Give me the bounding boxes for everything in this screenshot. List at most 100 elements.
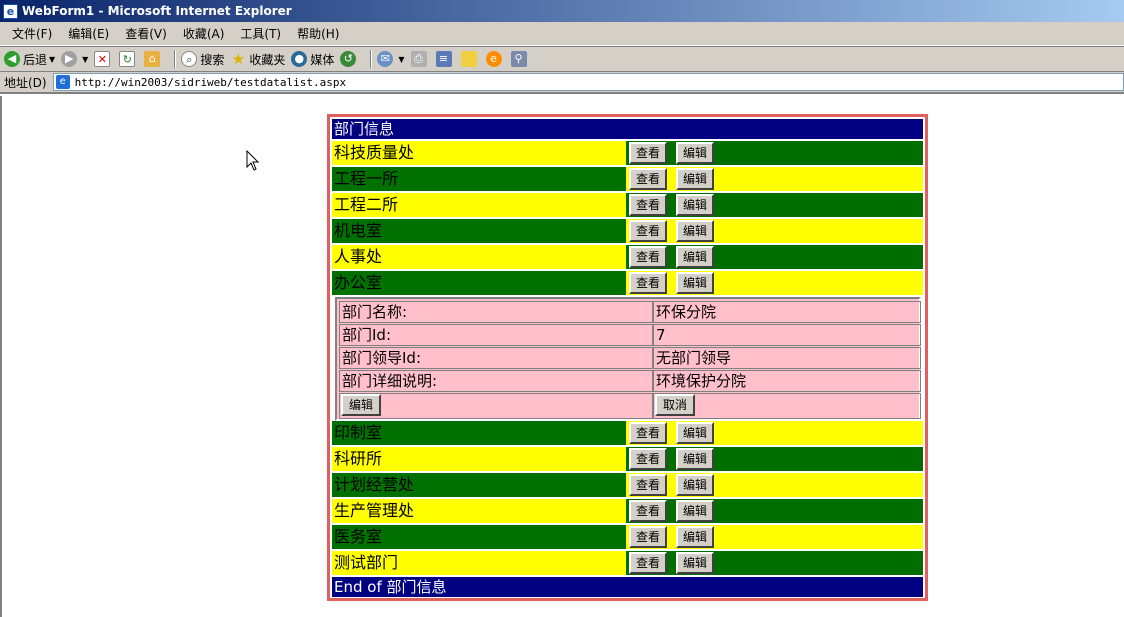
research-button[interactable]: ⚲ xyxy=(510,51,530,67)
refresh-button[interactable]: ↻ xyxy=(119,51,138,67)
search-button[interactable]: ⌕ 搜索 xyxy=(181,51,224,68)
row-divider xyxy=(667,525,676,549)
view-button[interactable]: 查看 xyxy=(629,220,667,242)
list-item: 工程二所 查看 编辑 xyxy=(332,193,923,217)
department-datalist: 部门信息 科技质量处 查看 编辑 工程一所 查看 编辑 工程二所 查看 编辑 机… xyxy=(327,114,928,601)
edit-button[interactable]: 编辑 xyxy=(676,526,714,548)
list-item: 人事处 查看 编辑 xyxy=(332,245,923,269)
edit-button[interactable]: 编辑 xyxy=(676,422,714,444)
menu-tools[interactable]: 工具(T) xyxy=(232,25,289,42)
media-label: 媒体 xyxy=(310,52,335,67)
cancel-button[interactable]: 取消 xyxy=(655,394,695,416)
list-item: 工程一所 查看 编辑 xyxy=(332,167,923,191)
list-item: 机电室 查看 编辑 xyxy=(332,219,923,243)
department-name: 医务室 xyxy=(332,525,626,549)
edit-actions-row: 编辑 取消 xyxy=(339,393,921,419)
view-button[interactable]: 查看 xyxy=(629,500,667,522)
toolbar-separator xyxy=(174,50,177,68)
print-button[interactable]: ⎙ xyxy=(410,51,430,67)
view-button[interactable]: 查看 xyxy=(629,142,667,164)
toolbar: ◀ 后退 ▼ ▶ ▼ ✕ ↻ ⌂ ⌕ 搜索 ★ 收藏夹 ● 媒体 ↺ ✉ ▼ ⎙… xyxy=(0,46,1124,72)
edit-button[interactable]: 编辑 xyxy=(676,272,714,294)
view-button[interactable]: 查看 xyxy=(629,422,667,444)
discuss-button[interactable] xyxy=(460,51,480,67)
edit-button[interactable]: 编辑 xyxy=(676,246,714,268)
search-label: 搜索 xyxy=(200,52,225,67)
menu-favorites[interactable]: 收藏(A) xyxy=(175,25,233,42)
view-button[interactable]: 查看 xyxy=(629,168,667,190)
messenger-button[interactable]: e xyxy=(485,51,505,67)
view-button[interactable]: 查看 xyxy=(629,474,667,496)
menu-help[interactable]: 帮助(H) xyxy=(289,25,347,42)
view-button[interactable]: 查看 xyxy=(629,526,667,548)
department-name: 生产管理处 xyxy=(332,499,626,523)
mail-icon: ✉ xyxy=(377,51,394,67)
forward-dropdown-icon[interactable]: ▼ xyxy=(82,55,88,64)
department-name: 测试部门 xyxy=(332,551,626,575)
view-button[interactable]: 查看 xyxy=(629,194,667,216)
list-item: 测试部门 查看 编辑 xyxy=(332,551,923,575)
address-input[interactable]: e http://win2003/sidriweb/testdatalist.a… xyxy=(52,73,1124,91)
search-icon: ⌕ xyxy=(181,51,198,67)
list-item: 计划经营处 查看 编辑 xyxy=(332,473,923,497)
row-divider xyxy=(667,219,676,243)
edit-field-row: 部门名称: 环保分院 xyxy=(339,301,921,323)
edit-button[interactable]: 编辑 xyxy=(676,168,714,190)
stop-button[interactable]: ✕ xyxy=(94,51,113,67)
research-icon: ⚲ xyxy=(510,51,527,67)
edit-button[interactable]: 编辑 xyxy=(676,500,714,522)
edit-button[interactable]: 编辑 xyxy=(676,194,714,216)
list-item: 印制室 查看 编辑 xyxy=(332,421,923,445)
save-edit-button[interactable]: 编辑 xyxy=(341,394,381,416)
history-button[interactable]: ↺ xyxy=(340,51,359,67)
ie-app-icon: e xyxy=(3,3,18,19)
edit-button[interactable]: 编辑 xyxy=(676,552,714,574)
toolbar-separator xyxy=(370,50,373,68)
row-divider xyxy=(667,193,676,217)
department-name: 工程二所 xyxy=(332,193,626,217)
window-title: WebForm1 - Microsoft Internet Explorer xyxy=(22,4,292,18)
history-icon: ↺ xyxy=(340,51,357,67)
row-divider xyxy=(667,167,676,191)
field-label: 部门详细说明: xyxy=(339,370,653,392)
field-value: 7 xyxy=(653,324,921,346)
list-item: 科研所 查看 编辑 xyxy=(332,447,923,471)
back-dropdown-icon[interactable]: ▼ xyxy=(49,55,55,64)
forward-button[interactable]: ▶ ▼ xyxy=(61,51,88,67)
row-divider xyxy=(667,473,676,497)
star-icon: ★ xyxy=(231,50,246,68)
row-divider xyxy=(667,421,676,445)
row-divider xyxy=(667,447,676,471)
view-button[interactable]: 查看 xyxy=(629,448,667,470)
home-button[interactable]: ⌂ xyxy=(144,51,163,67)
back-label: 后退 xyxy=(23,52,48,67)
refresh-icon: ↻ xyxy=(119,51,136,67)
favorites-button[interactable]: ★ 收藏夹 xyxy=(230,50,286,68)
datalist-footer: End of 部门信息 xyxy=(332,577,923,597)
edit-button[interactable]: 编辑 xyxy=(676,220,714,242)
mail-button[interactable]: ✉ ▼ xyxy=(377,51,405,67)
edit-page-button[interactable]: ≡ xyxy=(435,51,455,67)
back-arrow-icon: ◀ xyxy=(4,51,20,67)
field-value: 环保分院 xyxy=(653,301,921,323)
menu-bar: 文件(F) 编辑(E) 查看(V) 收藏(A) 工具(T) 帮助(H) xyxy=(0,22,1124,46)
messenger-icon: e xyxy=(485,51,502,67)
view-button[interactable]: 查看 xyxy=(629,552,667,574)
edit-button[interactable]: 编辑 xyxy=(676,474,714,496)
address-url[interactable]: http://win2003/sidriweb/testdatalist.asp… xyxy=(75,76,347,89)
view-button[interactable]: 查看 xyxy=(629,272,667,294)
menu-view[interactable]: 查看(V) xyxy=(117,25,175,42)
print-icon: ⎙ xyxy=(410,51,427,67)
view-button[interactable]: 查看 xyxy=(629,246,667,268)
edit-button[interactable]: 编辑 xyxy=(676,142,714,164)
edit-button[interactable]: 编辑 xyxy=(676,448,714,470)
window-title-bar: e WebForm1 - Microsoft Internet Explorer xyxy=(0,0,1124,22)
media-button[interactable]: ● 媒体 xyxy=(291,51,334,68)
back-button[interactable]: ◀ 后退 ▼ xyxy=(4,51,55,68)
menu-file[interactable]: 文件(F) xyxy=(4,25,60,42)
datalist-header: 部门信息 xyxy=(332,119,923,139)
forward-arrow-icon: ▶ xyxy=(61,51,78,67)
mail-dropdown-icon[interactable]: ▼ xyxy=(398,55,404,64)
edit-panel: 部门名称: 环保分院 部门Id: 7 部门领导Id: 无部门领导 部门详细说明:… xyxy=(335,297,921,421)
menu-edit[interactable]: 编辑(E) xyxy=(60,25,117,42)
